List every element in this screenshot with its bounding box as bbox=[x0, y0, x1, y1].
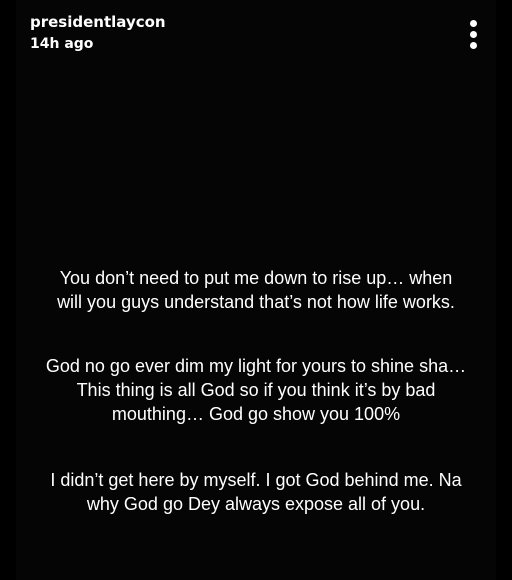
caption-line: This thing is all God so if you think it… bbox=[76, 380, 436, 400]
caption-line: I didn’t get here by myself. I got God b… bbox=[50, 470, 462, 490]
username[interactable]: presidentlaycon bbox=[30, 12, 166, 32]
caption-text-3: I didn’t get here by myself. I got God b… bbox=[24, 468, 488, 516]
story-view: presidentlaycon 14h ago You don’t need t… bbox=[0, 0, 512, 580]
post-timestamp: 14h ago bbox=[30, 36, 94, 52]
caption-line: mouthing… God go show you 100% bbox=[111, 404, 401, 424]
caption-line: God no go ever dim my light for yours to… bbox=[45, 356, 467, 376]
caption-text-2: God no go ever dim my light for yours to… bbox=[24, 354, 488, 426]
more-options-button[interactable] bbox=[466, 20, 482, 52]
caption-line: will you guys understand that’s not how … bbox=[57, 292, 455, 312]
caption-line: why God go Dey always expose all of you. bbox=[86, 494, 426, 514]
story-header: presidentlaycon 14h ago bbox=[30, 12, 482, 56]
caption-line: You don’t need to put me down to rise up… bbox=[59, 268, 453, 288]
caption-text-1: You don’t need to put me down to rise up… bbox=[24, 266, 488, 314]
